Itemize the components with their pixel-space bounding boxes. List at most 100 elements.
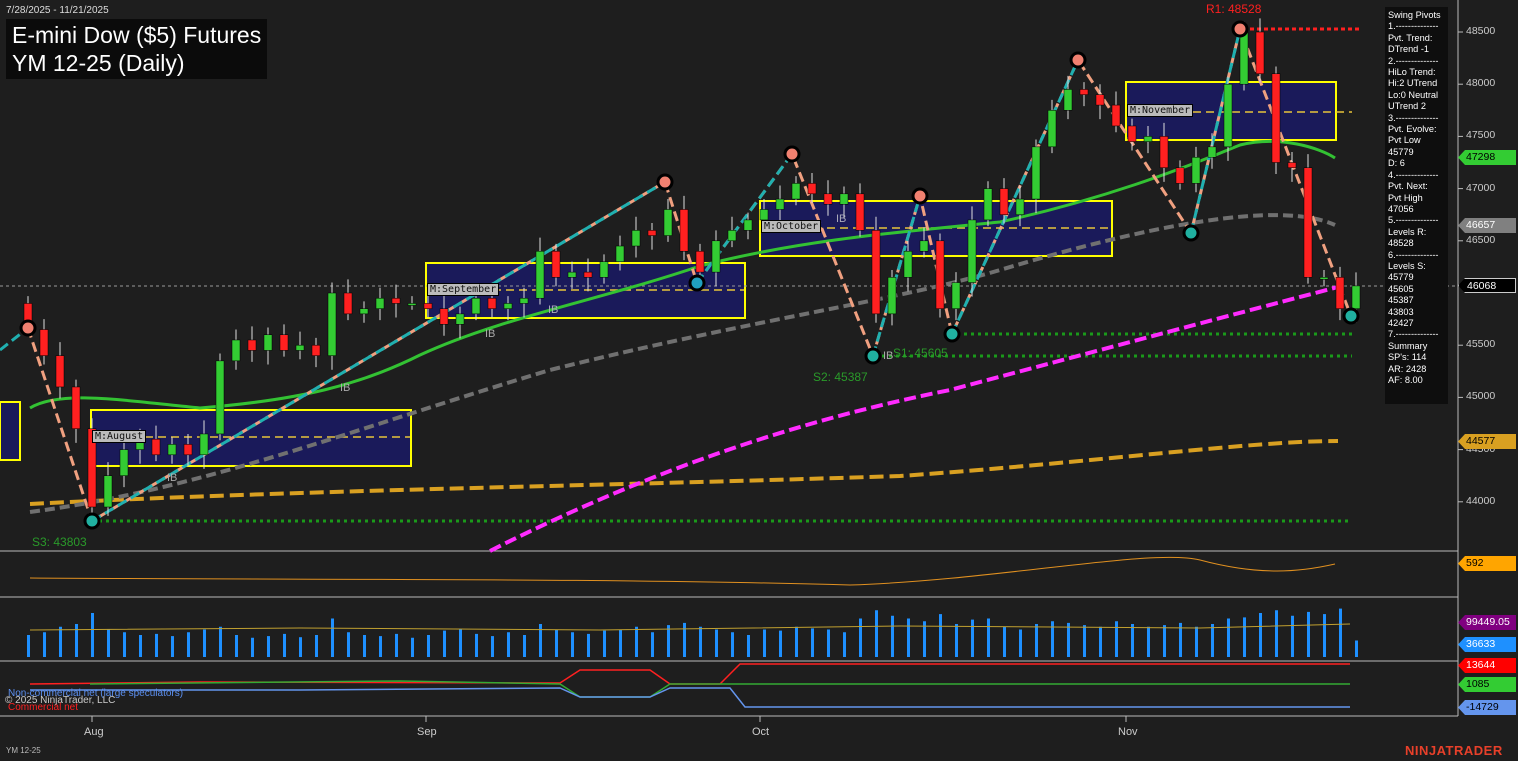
candle-body: [823, 193, 833, 205]
swing-pivot-marker: [1231, 20, 1249, 38]
candle-body: [1015, 198, 1025, 215]
candle-body: [55, 355, 65, 388]
price-tag-last: 46068: [1458, 278, 1516, 293]
legend-commercial: Commercial net: [8, 702, 79, 713]
month-box-july: [0, 401, 21, 461]
volume-bar: [283, 633, 286, 657]
volume-bar: [411, 637, 414, 657]
candle-body: [343, 292, 353, 315]
candle-body: [535, 250, 545, 299]
indicator-tag: 13644: [1458, 658, 1516, 673]
info-line: AR: 2428: [1388, 363, 1427, 374]
volume-bar: [203, 629, 206, 657]
candle-body: [407, 303, 417, 306]
volume-bar: [235, 635, 238, 657]
candle-body: [1143, 136, 1153, 142]
info-line: Pvt. Next:: [1388, 181, 1428, 192]
swing-pivot-marker: [864, 347, 882, 365]
candle-body: [199, 433, 209, 456]
info-line: Pvt Low: [1388, 135, 1421, 146]
candle-body: [1031, 146, 1041, 200]
candle-body: [71, 386, 81, 429]
volume-bar: [1323, 614, 1326, 657]
volume-bar: [379, 636, 382, 657]
x-tick-aug: Aug: [84, 726, 104, 738]
candle-body: [695, 250, 705, 273]
volume-bar: [363, 635, 366, 657]
x-tick-oct: Oct: [752, 726, 770, 738]
ib-label: IB: [883, 350, 894, 362]
candle-body: [1047, 110, 1057, 148]
indicator-tag: 1085: [1458, 677, 1516, 692]
volume-bar: [891, 615, 894, 657]
candle-body: [1287, 162, 1297, 168]
info-line: Summary: [1388, 340, 1428, 351]
ib-label: IB: [167, 472, 178, 484]
volume-bar: [699, 626, 702, 657]
candle-body: [727, 230, 737, 242]
volume-bar: [155, 633, 158, 657]
month-label-november: M:November: [1127, 104, 1194, 117]
volume-bar: [1307, 611, 1310, 657]
s3-label: S3: 43803: [32, 535, 87, 549]
info-line: 48528: [1388, 238, 1414, 249]
ninjatrader-logo: NINJATRADER: [1405, 743, 1503, 758]
ma-magenta: [489, 285, 1339, 553]
volume-bar: [219, 626, 222, 657]
candle-body: [967, 219, 977, 283]
candle-body: [1271, 73, 1281, 163]
volume-bar: [1083, 625, 1086, 657]
y-tick-label: 45000: [1466, 390, 1496, 403]
candle-body: [1095, 94, 1105, 106]
candle-body: [1239, 31, 1249, 85]
volume-bar: [843, 632, 846, 657]
info-line: 5.--------------: [1388, 215, 1439, 226]
volume-bar: [939, 614, 942, 657]
volume-bar: [587, 633, 590, 657]
date-range: 7/28/2025 - 11/21/2025: [6, 5, 109, 16]
y-tick-label: 44000: [1466, 494, 1496, 507]
candle-body: [1335, 277, 1345, 309]
volume-bar: [443, 630, 446, 657]
volume-bar: [107, 629, 110, 657]
volume-bar: [667, 625, 670, 657]
price-tag-green-ma: 47298: [1458, 150, 1516, 165]
candle-body: [359, 308, 369, 315]
volume-bar: [1243, 617, 1246, 657]
candle-body: [503, 303, 513, 309]
ib-label: IB: [485, 328, 496, 340]
info-line: 7.--------------: [1388, 329, 1439, 340]
y-tick-label: 48000: [1466, 77, 1496, 90]
volume-bar: [651, 632, 654, 657]
x-tick-nov: Nov: [1118, 726, 1138, 738]
volume-bar: [139, 635, 142, 657]
info-line: UTrend 2: [1388, 101, 1426, 112]
volume-bar: [795, 626, 798, 657]
volume-bar: [747, 635, 750, 657]
volume-bar: [91, 613, 94, 657]
volume-bar: [1259, 613, 1262, 657]
swing-pivot-marker: [1069, 51, 1087, 69]
chart-canvas[interactable]: [0, 0, 1518, 761]
candle-body: [1063, 89, 1073, 111]
candle-body: [471, 297, 481, 315]
candle-body: [551, 250, 561, 278]
volume-bar: [171, 636, 174, 657]
candle-body: [295, 344, 305, 351]
info-line: Swing Pivots: [1388, 10, 1441, 20]
candle-body: [743, 219, 753, 231]
ib-label: IB: [340, 382, 351, 394]
volume-bar: [427, 635, 430, 657]
volume-bar: [1211, 624, 1214, 657]
candle-body: [183, 444, 193, 456]
volume-bar: [1099, 626, 1102, 657]
volume-bar: [187, 632, 190, 657]
candle-body: [1111, 104, 1121, 127]
info-line: DTrend -1: [1388, 44, 1430, 55]
swing-pivot-marker: [83, 512, 101, 530]
candle-body: [519, 297, 529, 304]
volume-bar: [1003, 626, 1006, 657]
candle-body: [1207, 146, 1217, 158]
chart-title: E-mini Dow ($5) Futures: [12, 22, 262, 48]
candle-body: [567, 271, 577, 278]
